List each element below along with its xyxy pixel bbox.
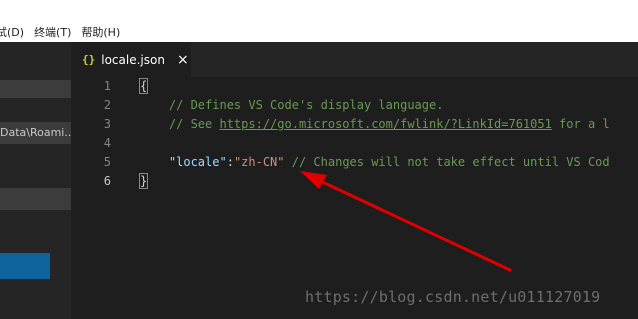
- code-line-3: // See https://go.microsoft.com/fwlink/?…: [140, 115, 610, 134]
- comment-text: // Changes will not take effect until VS…: [284, 155, 610, 169]
- comment-suffix: for a l: [551, 117, 610, 131]
- sidebar: Data\Roami...: [0, 42, 71, 319]
- sidebar-path-field[interactable]: Data\Roami...: [0, 122, 71, 144]
- code-line-1: {: [138, 77, 149, 96]
- tab-locale-json[interactable]: {} locale.json ×: [71, 42, 191, 77]
- close-brace: }: [138, 173, 149, 189]
- json-key: "locale": [168, 155, 227, 169]
- line-number: 5: [103, 155, 111, 169]
- code-editor[interactable]: 1 2 3 4 5 6 { // Defines VS Code's displ…: [71, 77, 638, 319]
- sidebar-primary-button[interactable]: [0, 253, 50, 279]
- sidebar-section-bar[interactable]: [0, 188, 71, 210]
- comment-prefix: // See: [168, 117, 220, 131]
- sidebar-path-text: Data\Roami...: [0, 126, 71, 139]
- menu-debug[interactable]: 试(D): [0, 24, 34, 40]
- menu-terminal[interactable]: 终端(T): [34, 24, 81, 40]
- line-number-gutter: 1 2 3 4 5 6: [71, 77, 119, 319]
- code-line-5: "locale":"zh-CN" // Changes will not tak…: [140, 153, 610, 172]
- window-top-strip: [0, 0, 638, 22]
- line-number: 4: [103, 136, 111, 150]
- comment-link[interactable]: https://go.microsoft.com/fwlink/?LinkId=…: [219, 117, 551, 131]
- json-value: "zh-CN": [233, 155, 285, 169]
- line-number-active: 6: [103, 174, 111, 188]
- editor-tab-bar: {} locale.json ×: [71, 42, 638, 77]
- sidebar-header-bar: [0, 80, 71, 98]
- menu-help[interactable]: 帮助(H): [81, 24, 130, 40]
- code-line-2: // Defines VS Code's display language.: [140, 96, 444, 115]
- json-file-icon: {}: [82, 53, 96, 66]
- line-number: 3: [103, 117, 111, 131]
- line-number: 1: [103, 79, 111, 93]
- line-number: 2: [103, 98, 111, 112]
- tab-filename: locale.json: [101, 52, 165, 67]
- json-colon: :: [226, 155, 234, 169]
- open-brace: {: [138, 78, 149, 94]
- comment-text: // Defines VS Code's display language.: [168, 98, 444, 112]
- code-line-6: }: [138, 172, 149, 191]
- watermark-text: https://blog.csdn.net/u011127019: [305, 288, 601, 306]
- menu-bar: 试(D) 终端(T) 帮助(H): [0, 22, 638, 42]
- close-icon[interactable]: ×: [177, 52, 189, 68]
